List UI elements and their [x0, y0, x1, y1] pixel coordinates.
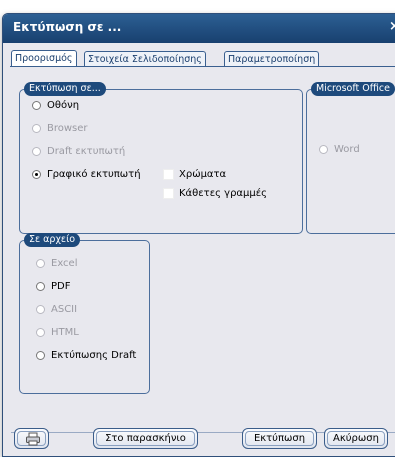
- background-button[interactable]: Στο παρασκήνιο: [93, 428, 198, 449]
- radio-pdf-label: PDF: [51, 281, 71, 292]
- radio-browser[interactable]: Browser: [32, 123, 88, 134]
- radio-draft-print-label: Εκτύπωσης Draft: [51, 350, 137, 361]
- radio-html-label: HTML: [51, 327, 79, 338]
- radio-excel-dot[interactable]: [36, 259, 45, 268]
- checkbox-colors-box[interactable]: [163, 169, 174, 180]
- radio-draft-printer-dot[interactable]: [32, 147, 41, 156]
- office-group: Microsoft Office Word: [306, 82, 395, 234]
- radio-draft-print[interactable]: Εκτύπωσης Draft: [36, 350, 136, 361]
- radio-excel-label: Excel: [51, 258, 78, 269]
- to-file-group: Σε αρχείο Excel PDF ASCII HTML Εκτύπωσης…: [19, 233, 150, 394]
- radio-draft-printer-label: Draft εκτυπωτή: [47, 146, 126, 157]
- radio-excel[interactable]: Excel: [36, 258, 78, 269]
- radio-draft-printer[interactable]: Draft εκτυπωτή: [32, 146, 125, 157]
- background-button-label: Στο παρασκήνιο: [105, 433, 186, 444]
- radio-pdf-dot[interactable]: [36, 282, 45, 291]
- radio-draft-print-dot[interactable]: [36, 351, 45, 360]
- cancel-button-label: Ακύρωση: [333, 433, 379, 444]
- radio-browser-dot[interactable]: [32, 124, 41, 133]
- radio-ascii-dot[interactable]: [36, 305, 45, 314]
- radio-word-dot[interactable]: [319, 145, 328, 154]
- radio-word-label: Word: [334, 144, 360, 155]
- radio-browser-label: Browser: [47, 123, 88, 134]
- checkbox-vertical-lines[interactable]: Κάθετες γραμμές: [163, 188, 267, 199]
- radio-html-dot[interactable]: [36, 328, 45, 337]
- tab-divider: [10, 66, 395, 67]
- print-dialog: Εκτύπωση σε ... × Προορισμός Στοιχεία Σε…: [2, 13, 395, 457]
- print-to-legend: Εκτύπωση σε...: [24, 82, 106, 96]
- radio-graphic-printer[interactable]: Γραφικό εκτυπωτή: [32, 169, 141, 180]
- checkbox-vertical-lines-box[interactable]: [163, 188, 174, 199]
- printer-settings-button[interactable]: [14, 428, 49, 449]
- radio-pdf[interactable]: PDF: [36, 281, 70, 292]
- tab-parameters[interactable]: Παραμετροποίηση: [224, 51, 320, 66]
- radio-html[interactable]: HTML: [36, 327, 79, 338]
- cancel-button[interactable]: Ακύρωση: [324, 428, 388, 449]
- radio-screen[interactable]: Οθόνη: [32, 100, 79, 111]
- radio-ascii[interactable]: ASCII: [36, 304, 77, 315]
- close-icon[interactable]: ×: [389, 19, 395, 34]
- checkbox-colors[interactable]: Χρώματα: [163, 169, 226, 180]
- radio-graphic-printer-dot[interactable]: [32, 170, 41, 179]
- office-legend: Microsoft Office: [311, 82, 395, 96]
- radio-ascii-label: ASCII: [51, 304, 78, 315]
- tab-pagination[interactable]: Στοιχεία Σελιδοποίησης: [84, 51, 206, 66]
- print-to-group: Εκτύπωση σε... Οθόνη Browser Draft εκτυπ…: [19, 82, 303, 234]
- checkbox-colors-label: Χρώματα: [179, 169, 227, 180]
- print-button-label: Εκτύπωση: [253, 433, 306, 444]
- tab-destination[interactable]: Προορισμός: [11, 50, 77, 67]
- radio-word[interactable]: Word: [319, 144, 360, 155]
- dialog-title: Εκτύπωση σε ...: [13, 20, 122, 34]
- print-button[interactable]: Εκτύπωση: [242, 428, 317, 449]
- title-bar: Εκτύπωση σε ... ×: [3, 14, 395, 43]
- radio-screen-label: Οθόνη: [47, 100, 80, 111]
- checkbox-vertical-lines-label: Κάθετες γραμμές: [179, 188, 268, 199]
- printer-icon: [26, 432, 40, 446]
- to-file-legend: Σε αρχείο: [24, 233, 81, 247]
- radio-graphic-printer-label: Γραφικό εκτυπωτή: [47, 169, 141, 180]
- radio-screen-dot[interactable]: [32, 101, 41, 110]
